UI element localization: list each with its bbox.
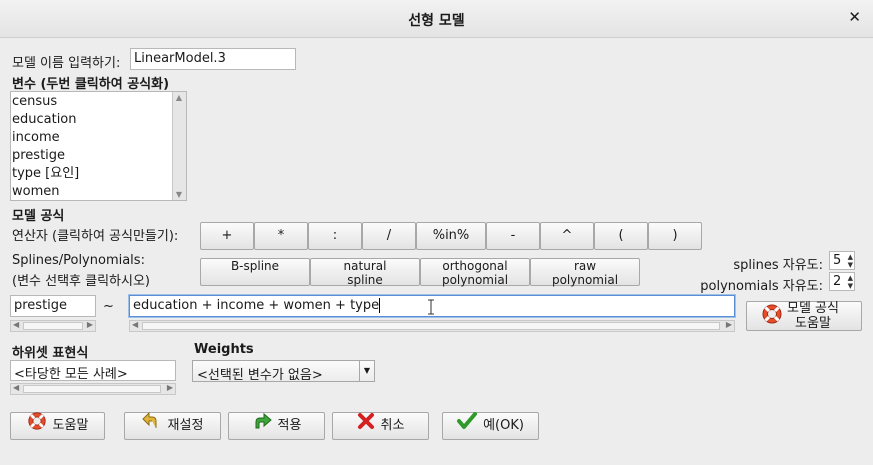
red-x-icon: [357, 412, 375, 440]
scroll-thumb[interactable]: [23, 322, 83, 330]
list-item[interactable]: education: [12, 111, 77, 129]
help-button-label: 도움말: [52, 418, 89, 433]
poly-df-label: polynomials 자유도:: [700, 279, 823, 294]
cancel-button-label: 취소: [380, 418, 405, 433]
weights-value: <선택된 변수가 없음>: [197, 368, 323, 383]
spin-up-icon[interactable]: ▲: [848, 274, 853, 282]
spin-down-icon[interactable]: ▼: [848, 282, 853, 290]
formula-lhs-input[interactable]: prestige: [10, 295, 96, 317]
formula-section-label: 모델 공식: [12, 209, 65, 224]
bspline-label: B-spline: [230, 259, 280, 273]
scroll-up-icon[interactable]: ▲: [173, 93, 185, 102]
subset-input[interactable]: <타당한 모든 사례>: [10, 360, 176, 381]
orthogonal-polynomial-button[interactable]: orthogonal polynomial: [420, 258, 530, 287]
rhs-scrollbar[interactable]: ◀ ▶: [129, 320, 735, 332]
scroll-left-icon[interactable]: ◀: [132, 320, 138, 329]
ibeam-cursor-icon: [427, 299, 434, 315]
operators-label: 연산자 (클릭하여 공식만들기):: [12, 229, 179, 244]
orthogonal-label-1: orthogonal: [442, 259, 508, 273]
list-item[interactable]: income: [12, 129, 60, 147]
natural-spline-label-1: natural: [343, 259, 387, 273]
variables-scrollbar[interactable]: ▲ ▼: [172, 92, 186, 200]
ok-button-label: 예(OK): [483, 418, 524, 433]
variables-listbox[interactable]: census education income prestige type [요…: [10, 91, 187, 201]
scroll-left-icon[interactable]: ◀: [13, 320, 19, 329]
raw-label-2: polynomial: [551, 273, 619, 287]
scroll-right-icon[interactable]: ▶: [167, 383, 173, 392]
scroll-left-icon[interactable]: ◀: [13, 383, 19, 392]
model-name-label: 모델 이름 입력하기:: [12, 56, 121, 71]
help-button[interactable]: 도움말: [10, 412, 105, 440]
reset-button[interactable]: 재설정: [124, 411, 221, 440]
close-icon[interactable]: ✕: [848, 8, 861, 26]
apply-button[interactable]: 적용: [228, 412, 325, 440]
formula-help-button[interactable]: 모델 공식 도움말: [746, 301, 862, 331]
splines-df-label: splines 자유도:: [733, 258, 823, 273]
reset-button-label: 재설정: [167, 418, 204, 433]
lifebuoy-icon: [761, 303, 783, 329]
subset-scrollbar[interactable]: ◀ ▶: [10, 383, 176, 395]
subset-label: 하위셋 표현식: [12, 346, 89, 361]
lifebuoy-icon: [27, 411, 47, 441]
tilde-label: ~: [103, 299, 114, 314]
orthogonal-label-2: polynomial: [441, 273, 509, 287]
splines-df-spinner[interactable]: 5 ▲ ▼: [829, 251, 855, 270]
poly-df-value: 2: [833, 274, 842, 289]
lhs-scrollbar[interactable]: ◀ ▶: [10, 320, 96, 332]
raw-label-1: raw: [573, 259, 597, 273]
weights-select[interactable]: <선택된 변수가 없음> ▼: [192, 360, 375, 383]
redo-arrow-icon: [252, 412, 272, 440]
operator-caret-button[interactable]: ^: [540, 222, 594, 250]
list-item[interactable]: prestige: [12, 147, 65, 165]
splines-df-value: 5: [833, 253, 842, 268]
scroll-thumb[interactable]: [142, 322, 720, 330]
scroll-right-icon[interactable]: ▶: [87, 320, 93, 329]
formula-rhs-text: education + income + women + type: [133, 298, 380, 313]
formula-help-label-2: 도움말: [795, 316, 831, 331]
operator-slash-button[interactable]: /: [362, 222, 416, 250]
operator-times-button[interactable]: *: [254, 222, 308, 250]
list-item[interactable]: women: [12, 183, 60, 201]
spin-down-icon[interactable]: ▼: [848, 261, 853, 269]
operator-in-button[interactable]: %in%: [416, 222, 486, 250]
cancel-button[interactable]: 취소: [332, 412, 429, 440]
raw-polynomial-button[interactable]: raw polynomial: [530, 258, 640, 287]
operator-plus-button[interactable]: +: [200, 222, 254, 250]
operator-rparen-button[interactable]: ): [648, 222, 702, 250]
operator-colon-button[interactable]: :: [308, 222, 362, 250]
splines-sublabel: (변수 선택후 클릭하시오): [12, 274, 151, 289]
list-item[interactable]: census: [12, 93, 57, 111]
scroll-thumb[interactable]: [23, 385, 161, 393]
operator-lparen-button[interactable]: (: [594, 222, 648, 250]
chevron-down-icon[interactable]: ▼: [359, 361, 374, 381]
list-item[interactable]: type [요인]: [12, 165, 79, 183]
model-name-input[interactable]: LinearModel.3: [130, 48, 296, 70]
undo-arrow-icon: [141, 411, 162, 440]
scroll-right-icon[interactable]: ▶: [726, 320, 732, 329]
poly-df-spinner[interactable]: 2 ▲ ▼: [829, 272, 855, 291]
spin-up-icon[interactable]: ▲: [848, 253, 853, 261]
scroll-down-icon[interactable]: ▼: [173, 190, 185, 199]
natural-spline-label-2: spline: [347, 273, 383, 287]
splines-label: Splines/Polynomials:: [12, 253, 145, 268]
ok-button[interactable]: 예(OK): [442, 412, 539, 440]
weights-label: Weights: [194, 342, 254, 357]
formula-help-label-1: 모델 공식: [787, 301, 839, 316]
apply-button-label: 적용: [277, 418, 302, 433]
green-check-icon: [457, 412, 478, 440]
window-title: 선형 모델: [408, 13, 465, 29]
bspline-button[interactable]: B-spline: [200, 258, 310, 286]
operator-minus-button[interactable]: -: [486, 222, 540, 250]
natural-spline-button[interactable]: natural spline: [310, 258, 420, 287]
variables-label: 변수 (두번 클릭하여 공식화): [12, 77, 170, 92]
text-cursor: [379, 298, 381, 313]
